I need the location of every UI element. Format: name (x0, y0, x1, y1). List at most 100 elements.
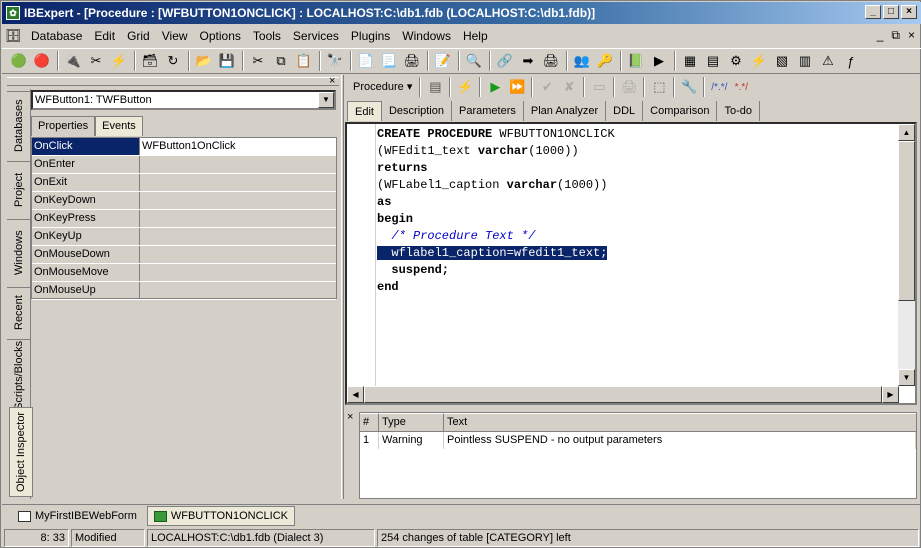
event-value[interactable] (140, 264, 336, 281)
print-icon[interactable]: 🖨 (540, 50, 562, 72)
new-udf-icon[interactable]: ƒ (840, 50, 862, 72)
sql-code-editor[interactable]: CREATE PROCEDURE WFBUTTON1ONCLICK (WFEdit… (345, 122, 917, 405)
db-properties-icon[interactable]: 🗃 (139, 50, 161, 72)
sql-editor-icon[interactable]: 📝 (432, 50, 454, 72)
event-row[interactable]: OnKeyUp (32, 228, 336, 246)
component-selector[interactable]: WFButton1: TWFButton ▼ (31, 90, 336, 110)
horizontal-scrollbar[interactable]: ◀ ▶ (347, 386, 899, 403)
new-table-icon[interactable]: ▦ (679, 50, 701, 72)
new-exception-icon[interactable]: ⚠ (817, 50, 839, 72)
tab-parameters[interactable]: Parameters (452, 101, 524, 121)
event-row[interactable]: OnClick WFButton1OnClick (32, 138, 336, 156)
event-row[interactable]: OnEnter (32, 156, 336, 174)
menu-services[interactable]: Services (287, 26, 345, 46)
cut-icon[interactable]: ✂ (247, 50, 269, 72)
event-row[interactable]: OnMouseDown (32, 246, 336, 264)
new-procedure-icon[interactable]: ⚙ (725, 50, 747, 72)
step-run-icon[interactable]: ⏩ (506, 76, 528, 98)
save-icon[interactable]: 💾 (216, 50, 238, 72)
mdi-minimize-icon[interactable]: _ (877, 28, 884, 43)
mdi-restore-icon[interactable]: ⧉ (891, 28, 900, 43)
print-icon[interactable]: 🖨 (618, 76, 640, 98)
procedure-dropdown[interactable]: Procedure ▾ (349, 77, 416, 97)
menu-grid[interactable]: Grid (121, 26, 156, 46)
close-button[interactable]: × (901, 5, 917, 19)
scroll-left-icon[interactable]: ◀ (347, 386, 364, 403)
event-value[interactable] (140, 246, 336, 263)
save-icon[interactable]: ▤ (424, 76, 446, 98)
col-number[interactable]: # (360, 413, 379, 432)
event-value[interactable] (140, 228, 336, 245)
sidetab-databases[interactable]: Databases (7, 91, 31, 159)
tab-comparison[interactable]: Comparison (643, 101, 718, 121)
col-type[interactable]: Type (379, 413, 444, 432)
maximize-button[interactable]: □ (883, 5, 899, 19)
run-icon[interactable]: ▶ (484, 76, 506, 98)
scroll-thumb[interactable] (898, 141, 915, 301)
connect-icon[interactable]: 🔌 (62, 50, 84, 72)
new-document-icon[interactable]: 📄 (355, 50, 377, 72)
chevron-down-icon[interactable]: ▼ (318, 92, 334, 108)
commit-icon[interactable]: ✔ (536, 76, 558, 98)
minimize-button[interactable]: _ (865, 5, 881, 19)
rollback-icon[interactable]: ✘ (558, 76, 580, 98)
open-icon[interactable]: 📂 (193, 50, 215, 72)
comment-icon[interactable]: /*.*/ (708, 76, 730, 98)
sidetab-object-inspector[interactable]: Object Inspector (9, 407, 33, 497)
disconnect-icon[interactable]: ✂ (85, 50, 107, 72)
paste-icon[interactable]: 📋 (293, 50, 315, 72)
event-value[interactable] (140, 192, 336, 209)
event-row[interactable]: OnKeyDown (32, 192, 336, 210)
tab-plan-analyzer[interactable]: Plan Analyzer (524, 101, 607, 121)
mdi-close-icon[interactable]: × (908, 28, 915, 43)
event-value[interactable] (140, 174, 336, 191)
tools-icon[interactable]: 🔧 (678, 76, 700, 98)
open-document-icon[interactable]: 📃 (378, 50, 400, 72)
find-icon[interactable]: 🔭 (324, 50, 346, 72)
event-value[interactable] (140, 210, 336, 227)
db-designer-icon[interactable]: 🔗 (494, 50, 516, 72)
messages-close-icon[interactable]: × (347, 411, 353, 423)
event-row[interactable]: OnKeyPress (32, 210, 336, 228)
procedure-code[interactable]: CREATE PROCEDURE WFBUTTON1ONCLICK (WFEdit… (377, 126, 897, 296)
new-domain-icon[interactable]: ▧ (771, 50, 793, 72)
scroll-right-icon[interactable]: ▶ (882, 386, 899, 403)
scroll-up-icon[interactable]: ▲ (898, 124, 915, 141)
unregister-db-icon[interactable]: 🔴 (31, 50, 53, 72)
db-menu-icon[interactable]: 🗄 (2, 25, 24, 47)
scroll-down-icon[interactable]: ▼ (898, 369, 915, 386)
tab-edit[interactable]: Edit (347, 101, 382, 121)
menu-edit[interactable]: Edit (88, 26, 121, 46)
backup-icon[interactable]: 📗 (625, 50, 647, 72)
event-row[interactable]: OnExit (32, 174, 336, 192)
event-row[interactable]: OnMouseMove (32, 264, 336, 282)
inspector-close-icon[interactable]: × (329, 75, 335, 87)
search-metadata-icon[interactable]: 🔍 (463, 50, 485, 72)
menu-database[interactable]: Database (25, 26, 88, 46)
new-view-icon[interactable]: ▤ (702, 50, 724, 72)
tab-description[interactable]: Description (382, 101, 452, 121)
copy-icon[interactable]: ⧉ (270, 50, 292, 72)
tab-todo[interactable]: To-do (717, 101, 760, 121)
compile-icon[interactable]: ⚡ (454, 76, 476, 98)
col-text[interactable]: Text (444, 413, 916, 432)
sidetab-scripts-blocks[interactable]: Scripts/Blocks (7, 339, 31, 411)
panel-splitter[interactable] (341, 75, 344, 499)
register-db-icon[interactable]: 🟢 (8, 50, 30, 72)
user-manager-icon[interactable]: 👥 (571, 50, 593, 72)
menu-windows[interactable]: Windows (396, 26, 457, 46)
restore-icon[interactable]: ▶ (648, 50, 670, 72)
sidetab-project[interactable]: Project (7, 161, 31, 217)
grant-manager-icon[interactable]: 🔑 (594, 50, 616, 72)
scroll-thumb[interactable] (364, 386, 882, 403)
menu-options[interactable]: Options (194, 26, 247, 46)
message-row[interactable]: 1 Warning Pointless SUSPEND - no output … (360, 432, 916, 449)
menu-tools[interactable]: Tools (247, 26, 287, 46)
event-row[interactable]: OnMouseUp (32, 282, 336, 300)
tab-events[interactable]: Events (95, 116, 143, 136)
event-value[interactable] (140, 282, 336, 299)
debug-icon[interactable]: ▭ (588, 76, 610, 98)
print-preview-icon[interactable]: 🖨 (401, 50, 423, 72)
doc-tab-wfbutton1onclick[interactable]: WFBUTTON1ONCLICK (146, 506, 295, 526)
new-trigger-icon[interactable]: ⚡ (748, 50, 770, 72)
